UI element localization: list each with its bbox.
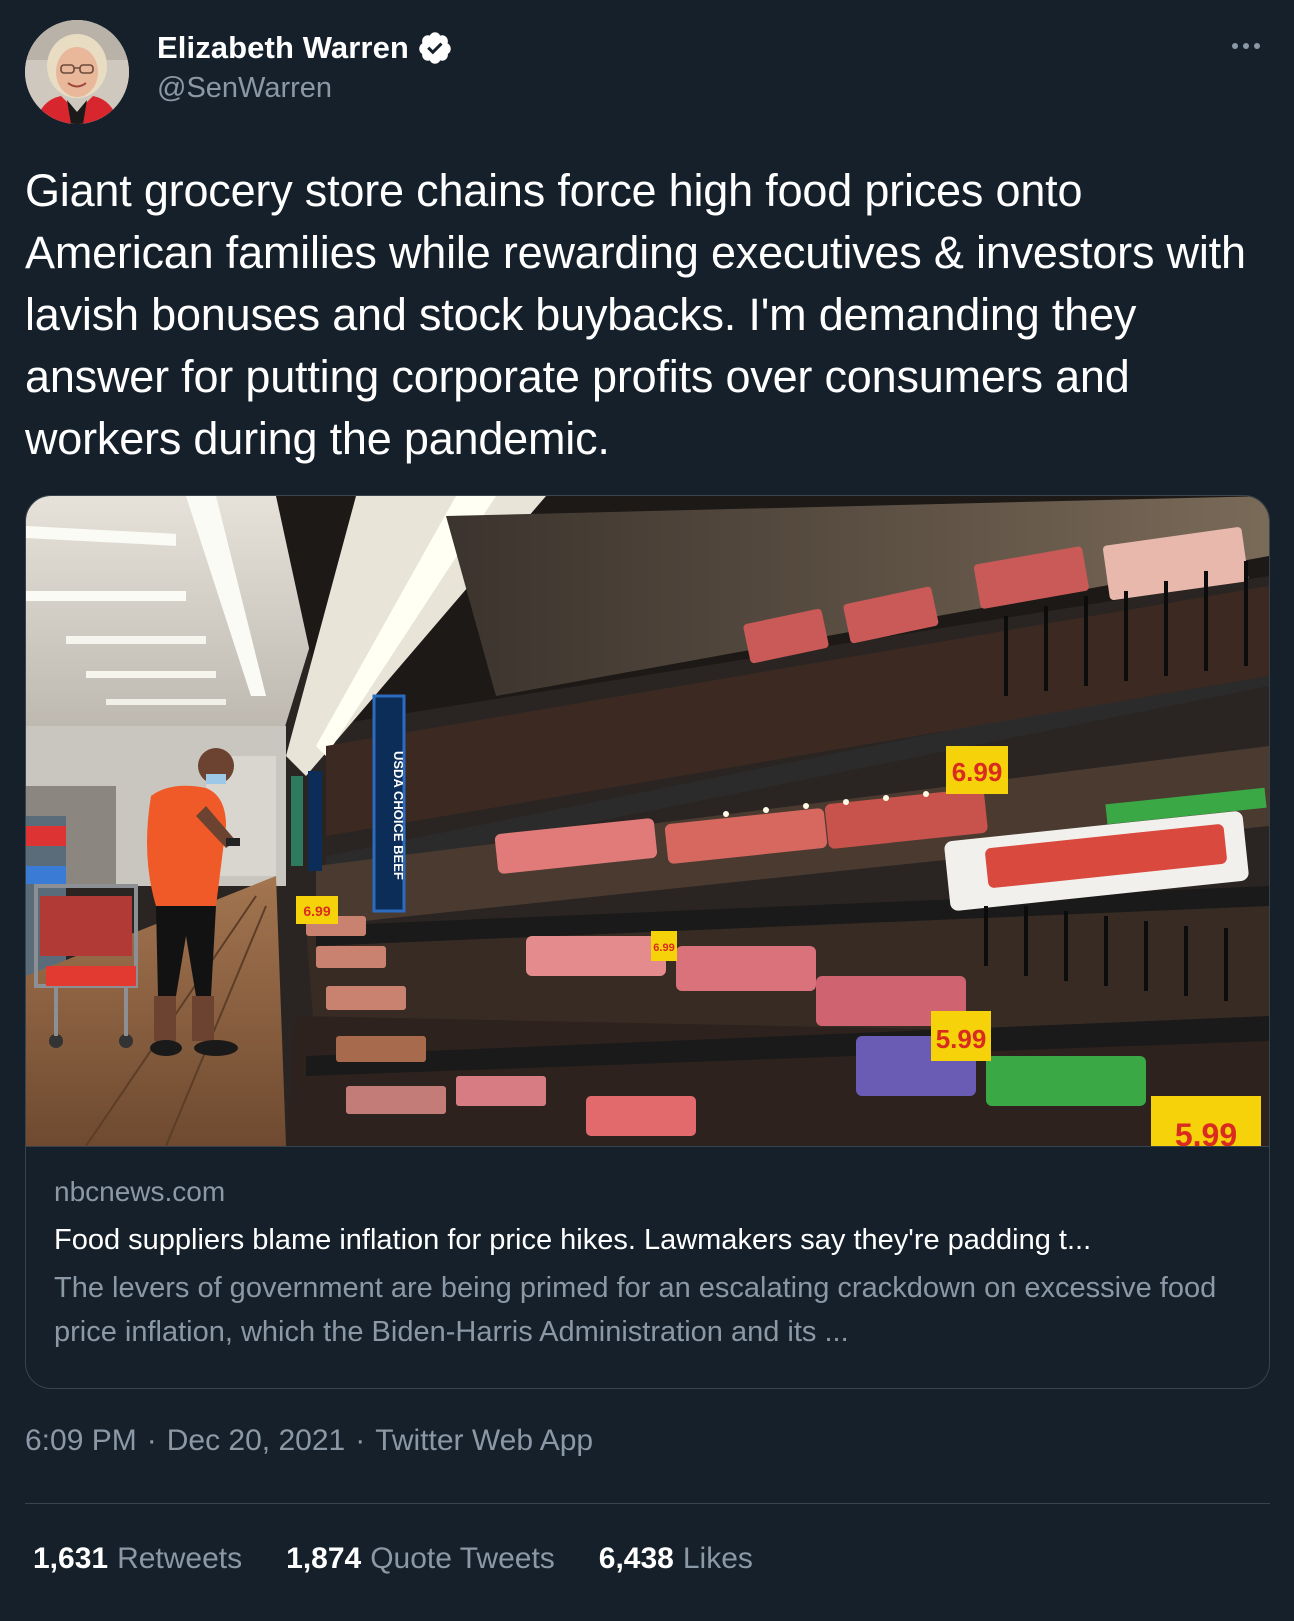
- price-tag-label: 5.99: [936, 1024, 987, 1054]
- tweet-time[interactable]: 6:09 PM: [25, 1424, 137, 1458]
- likes-count: 6,438: [598, 1542, 674, 1575]
- tweet-date[interactable]: Dec 20, 2021: [167, 1424, 345, 1458]
- author-handle[interactable]: @SenWarren: [157, 72, 332, 105]
- price-tag: 5.99: [1151, 1096, 1261, 1146]
- price-tag-label: 6.99: [653, 942, 674, 954]
- tweet-text: Giant grocery store chains force high fo…: [25, 165, 1246, 464]
- meta-separator: ·: [146, 1424, 157, 1457]
- author-name-row: Elizabeth Warren: [157, 26, 453, 70]
- source-app-link[interactable]: Twitter Web App: [375, 1424, 593, 1458]
- price-tag-label: 6.99: [303, 903, 330, 919]
- author-display-name[interactable]: Elizabeth Warren: [157, 30, 409, 66]
- engagement-stats: 1,631 Retweets 1,874 Quote Tweets 6,438 …: [33, 1542, 753, 1576]
- divider: [25, 1503, 1270, 1504]
- more-dot-icon: [1232, 43, 1238, 49]
- card-domain: nbcnews.com: [54, 1176, 226, 1207]
- grocery-meat-aisle-image: USDA CHOICE BEEF 6.99 6.99 5.99 5.99 6.9…: [26, 496, 1269, 1146]
- retweets-stat[interactable]: 1,631 Retweets: [33, 1542, 242, 1576]
- card-image[interactable]: USDA CHOICE BEEF 6.99 6.99 5.99 5.99 6.9…: [26, 496, 1269, 1147]
- meta-separator: ·: [355, 1424, 366, 1457]
- more-dot-icon: [1254, 43, 1260, 49]
- card-description: The levers of government are being prime…: [54, 1272, 1217, 1348]
- retweets-count: 1,631: [33, 1542, 109, 1575]
- link-card[interactable]: USDA CHOICE BEEF 6.99 6.99 5.99 5.99 6.9…: [25, 495, 1270, 1389]
- price-tag-label: 5.99: [1175, 1117, 1237, 1146]
- price-tag-label: 6.99: [952, 757, 1003, 787]
- verified-badge-icon: [419, 32, 451, 64]
- quote-tweets-label: Quote Tweets: [370, 1542, 555, 1575]
- avatar-photo: [25, 20, 129, 124]
- price-tag: 6.99: [946, 746, 1008, 794]
- price-tag: 5.99: [931, 1011, 991, 1061]
- tweet-meta: 6:09 PM · Dec 20, 2021 · Twitter Web App: [25, 1424, 593, 1458]
- card-body: nbcnews.com Food suppliers blame inflati…: [54, 1172, 1244, 1354]
- likes-stat[interactable]: 6,438 Likes: [599, 1542, 753, 1576]
- card-title[interactable]: Food suppliers blame inflation for price…: [54, 1220, 1244, 1260]
- quote-tweets-count: 1,874: [286, 1542, 362, 1575]
- quote-tweets-stat[interactable]: 1,874 Quote Tweets: [286, 1542, 555, 1576]
- usda-sign-label: USDA CHOICE BEEF: [391, 751, 406, 880]
- more-options-icon[interactable]: [1226, 34, 1266, 58]
- author-avatar[interactable]: [25, 20, 129, 124]
- price-tag: 6.99: [651, 931, 677, 961]
- more-dot-icon: [1243, 43, 1249, 49]
- retweets-label: Retweets: [117, 1542, 243, 1575]
- price-tag: 6.99: [296, 896, 338, 924]
- likes-label: Likes: [682, 1542, 753, 1575]
